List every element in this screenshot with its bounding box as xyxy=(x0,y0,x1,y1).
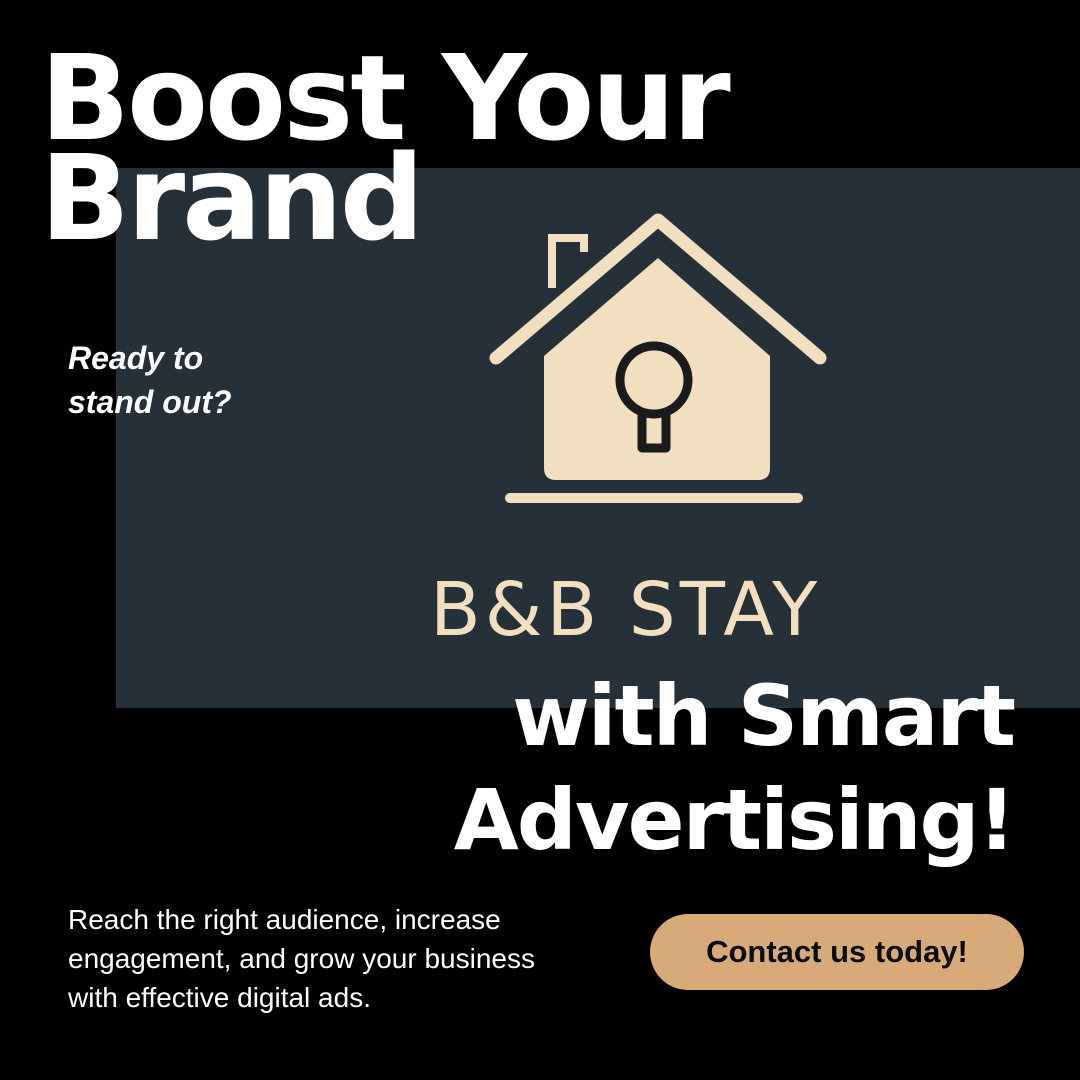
description-line-3: with effective digital ads. xyxy=(68,982,371,1013)
brand-name: B&B STAY xyxy=(430,567,822,653)
subhead-line-2: Advertising! xyxy=(453,771,1016,869)
subhead: with Smart Advertising! xyxy=(453,664,1016,872)
tagline-line-2: stand out? xyxy=(68,384,232,420)
tagline-line-1: Ready to xyxy=(68,340,204,376)
tagline: Ready to stand out? xyxy=(68,336,308,424)
description-line-2: engagement, and grow your business xyxy=(68,943,535,974)
contact-button[interactable]: Contact us today! xyxy=(650,914,1024,990)
subhead-line-1: with Smart xyxy=(512,667,1016,765)
house-keyhole-icon xyxy=(489,213,827,503)
description: Reach the right audience, increase engag… xyxy=(68,900,628,1017)
headline-line-2: Brand xyxy=(40,129,424,267)
description-line-1: Reach the right audience, increase xyxy=(68,904,501,935)
